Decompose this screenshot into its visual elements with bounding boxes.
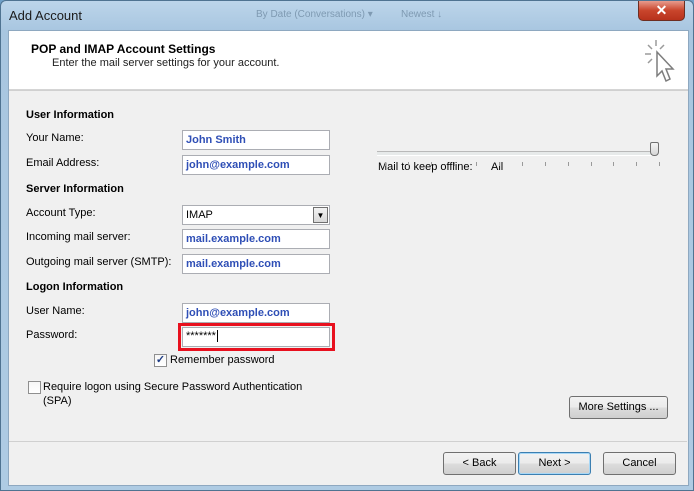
incoming-server-field[interactable]: mail.example.com — [182, 229, 330, 249]
offline-label: Mail to keep offline: — [378, 161, 473, 173]
cancel-button[interactable]: Cancel — [603, 452, 676, 475]
slider-tick — [408, 162, 409, 166]
wizard-cursor-icon — [645, 40, 675, 83]
slider-tick — [545, 162, 546, 166]
user-info-heading: User Information — [26, 109, 115, 121]
slider-tick — [568, 162, 569, 166]
remember-password-checkbox[interactable]: ✓ — [154, 354, 167, 367]
offline-value: All — [491, 161, 504, 173]
page-title: POP and IMAP Account Settings — [31, 42, 216, 56]
outgoing-server-label: Outgoing mail server (SMTP): — [26, 256, 172, 268]
slider-tick — [659, 162, 660, 166]
spa-label-line1[interactable]: Require logon using Secure Password Auth… — [43, 381, 302, 393]
slider-tick — [454, 162, 455, 166]
user-name-field[interactable]: john@example.com — [182, 303, 330, 323]
close-button[interactable]: ✕ — [638, 1, 685, 21]
more-settings-button[interactable]: More Settings ... — [569, 396, 668, 419]
slider-tick — [431, 162, 432, 166]
outgoing-server-field[interactable]: mail.example.com — [182, 254, 330, 274]
your-name-field[interactable]: John Smith — [182, 130, 330, 150]
user-name-label: User Name: — [26, 305, 85, 317]
password-label: Password: — [26, 329, 78, 341]
incoming-server-label: Incoming mail server: — [26, 231, 131, 243]
slider-tick — [613, 162, 614, 166]
slider-tick — [476, 162, 477, 166]
close-icon: ✕ — [655, 2, 668, 18]
add-account-window: Add Account By Date (Conversations) ▾ Ne… — [0, 0, 694, 491]
offline-slider-thumb[interactable] — [650, 142, 659, 156]
header-divider — [9, 90, 688, 91]
back-button[interactable]: < Back — [443, 452, 516, 475]
page-subtitle: Enter the mail server settings for your … — [52, 57, 280, 69]
server-info-heading: Server Information — [26, 183, 124, 195]
spa-label-line2[interactable]: (SPA) — [43, 395, 72, 407]
your-name-label: Your Name: — [26, 132, 84, 144]
chevron-down-icon[interactable]: ▼ — [313, 207, 328, 223]
next-button[interactable]: Next > — [518, 452, 591, 475]
footer-divider — [9, 441, 687, 442]
account-type-label: Account Type: — [26, 207, 96, 219]
account-type-select[interactable]: IMAP ▼ — [182, 205, 330, 225]
background-order-label: Newest ↓ — [401, 9, 443, 20]
background-sort-label: By Date (Conversations) ▾ — [256, 9, 373, 20]
spa-checkbox[interactable] — [28, 381, 41, 394]
window-title: Add Account — [9, 8, 82, 23]
slider-tick — [522, 162, 523, 166]
dialog-header: POP and IMAP Account Settings Enter the … — [9, 31, 688, 90]
offline-slider-track[interactable] — [377, 151, 655, 156]
email-address-field[interactable]: john@example.com — [182, 155, 330, 175]
slider-tick — [591, 162, 592, 166]
remember-password-label[interactable]: Remember password — [170, 354, 275, 366]
slider-tick — [385, 162, 386, 166]
password-highlight-box — [178, 323, 335, 351]
slider-tick — [636, 162, 637, 166]
title-bar[interactable]: Add Account By Date (Conversations) ▾ Ne… — [1, 1, 693, 29]
logon-info-heading: Logon Information — [26, 281, 124, 293]
account-type-value: IMAP — [186, 209, 213, 221]
slider-tick — [499, 162, 500, 166]
email-address-label: Email Address: — [26, 157, 100, 169]
